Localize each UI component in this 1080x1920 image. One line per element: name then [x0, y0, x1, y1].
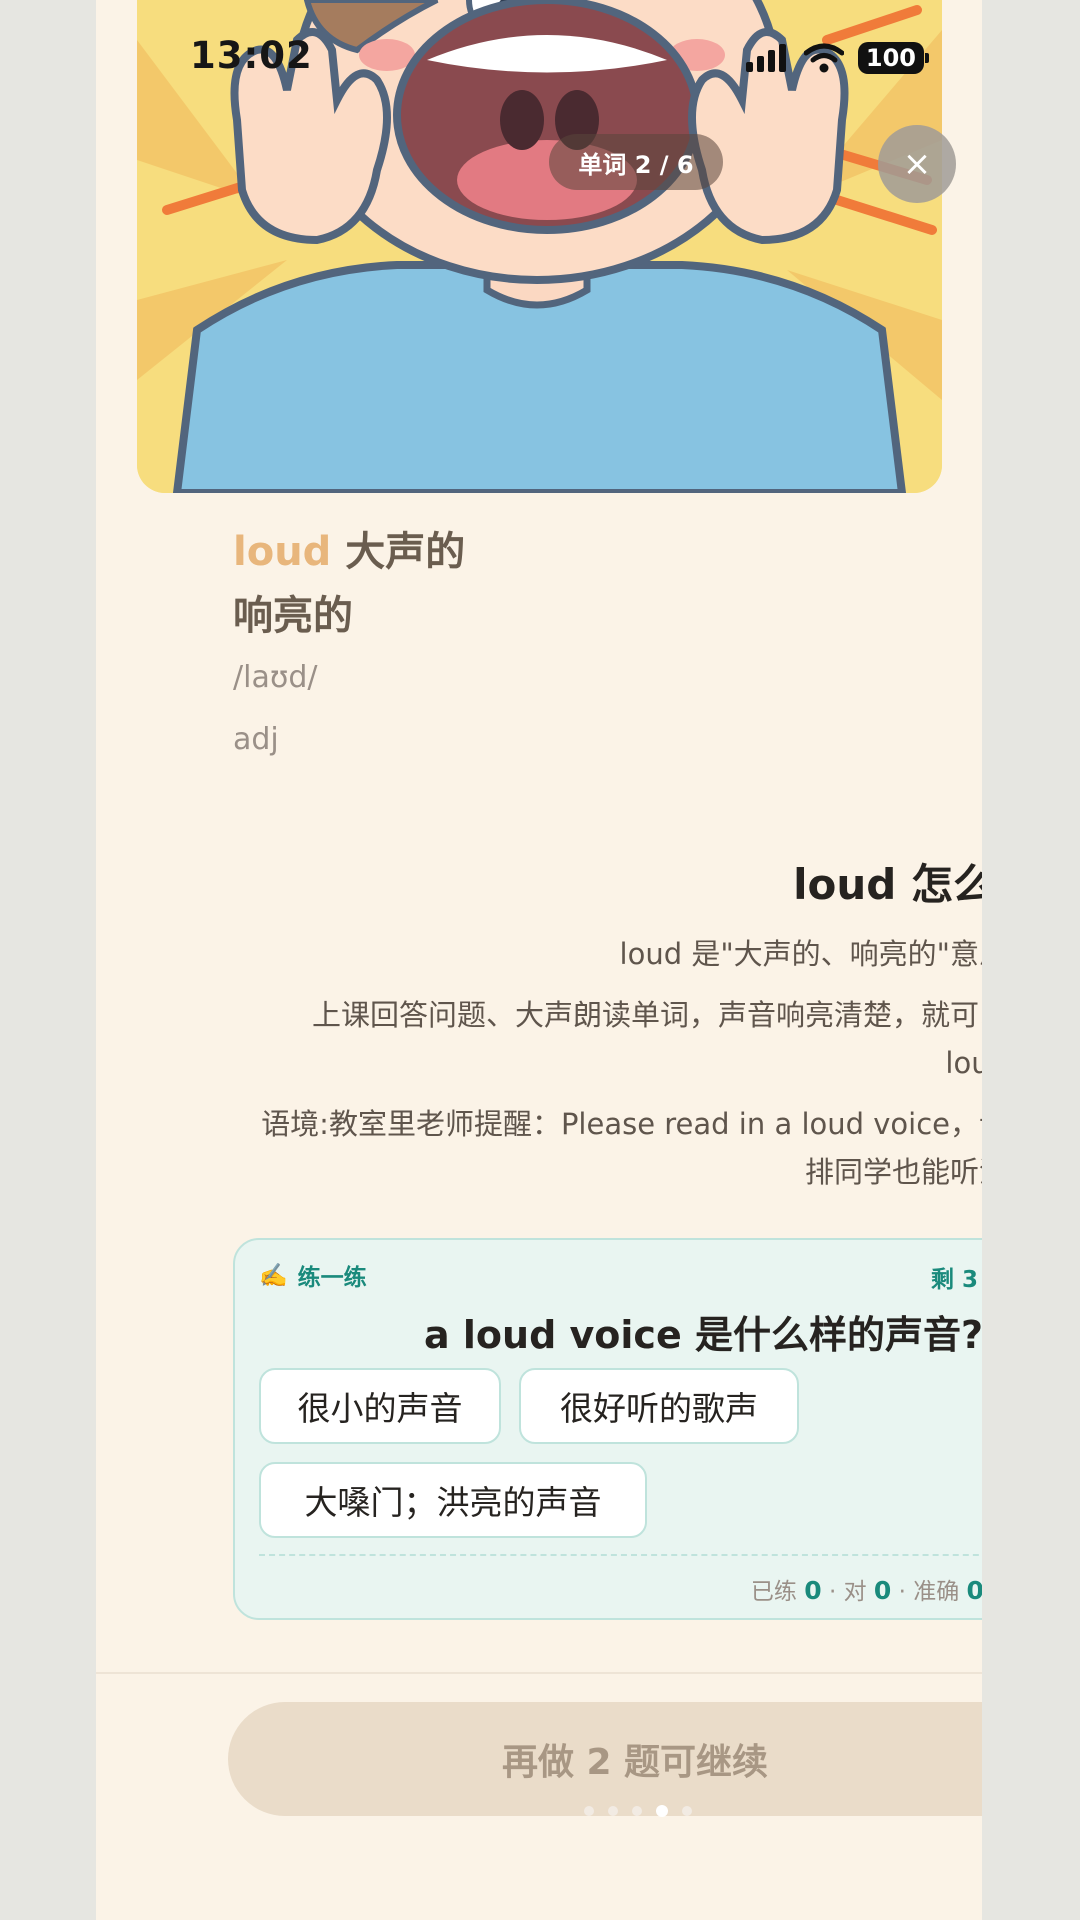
signal-icon	[745, 44, 786, 72]
correct-count: 0	[873, 1576, 892, 1605]
word-part-of-speech: adj	[233, 722, 279, 757]
practice-stats: 已练 0 · 对 0 · 准确 0%	[751, 1572, 982, 1606]
answer-option[interactable]: 很好听的歌声	[519, 1368, 799, 1444]
explanation-heading: loud 怎么用	[793, 860, 982, 909]
wifi-icon	[803, 43, 844, 73]
page-indicator	[584, 1805, 692, 1817]
word-meaning-1: 大声的	[345, 529, 466, 575]
answer-option[interactable]: 很小的声音	[259, 1368, 501, 1444]
status-time: 13:02	[190, 34, 313, 77]
accuracy-value: 0%	[966, 1576, 982, 1605]
explanation-section: 讲透 loud 怎么用 loud 是"大声的、响亮的"意思。 上课回答问题、大声…	[233, 805, 982, 1196]
word-title: loud 大声的 响亮的	[233, 520, 533, 648]
explanation-tag: 讲透	[233, 805, 982, 837]
practiced-count: 0	[804, 1576, 822, 1605]
page-dot	[608, 1806, 618, 1816]
explanation-paragraph: 上课回答问题、大声朗读单词，声音响亮清楚，就可以用 loud。	[311, 998, 982, 1080]
quiz-question: a loud voice 是什么样的声音?	[424, 1313, 982, 1357]
page-dot-active	[656, 1805, 668, 1817]
writing-hand-icon: ✍️	[259, 1262, 288, 1289]
explanation-paragraph: 语境:教室里老师提醒：Please read in a loud voice，让…	[261, 1107, 982, 1189]
app-panel: 单词 2 / 6 loud 大声的 响亮的 /laʊd/ adj 讲透 loud…	[96, 0, 982, 1920]
page-dot	[584, 1806, 594, 1816]
practice-card: ✍️ 练一练 剩 3 题 a loud voice 是什么样的声音? 很小的声音…	[233, 1238, 982, 1620]
explanation-paragraph: loud 是"大声的、响亮的"意思。	[619, 937, 982, 971]
page-dot	[632, 1806, 642, 1816]
word-meaning-2: 响亮的	[233, 593, 353, 639]
word-phonetic: /laʊd/	[233, 660, 318, 695]
remaining-count: 剩 3 题	[930, 1267, 982, 1293]
footer-divider	[96, 1672, 982, 1674]
word-english: loud	[233, 529, 332, 575]
continue-button[interactable]: 再做 2 题可继续	[228, 1702, 982, 1816]
divider	[259, 1554, 982, 1556]
word-counter: 单词 2 / 6	[549, 134, 723, 190]
page-dot	[682, 1806, 692, 1816]
practice-label: ✍️ 练一练	[259, 1262, 367, 1292]
answer-option[interactable]: 大嗓门；洪亮的声音	[259, 1462, 647, 1538]
close-button[interactable]: ×	[878, 125, 956, 203]
battery-icon: 100	[857, 42, 930, 74]
status-icons: 100	[744, 42, 930, 74]
